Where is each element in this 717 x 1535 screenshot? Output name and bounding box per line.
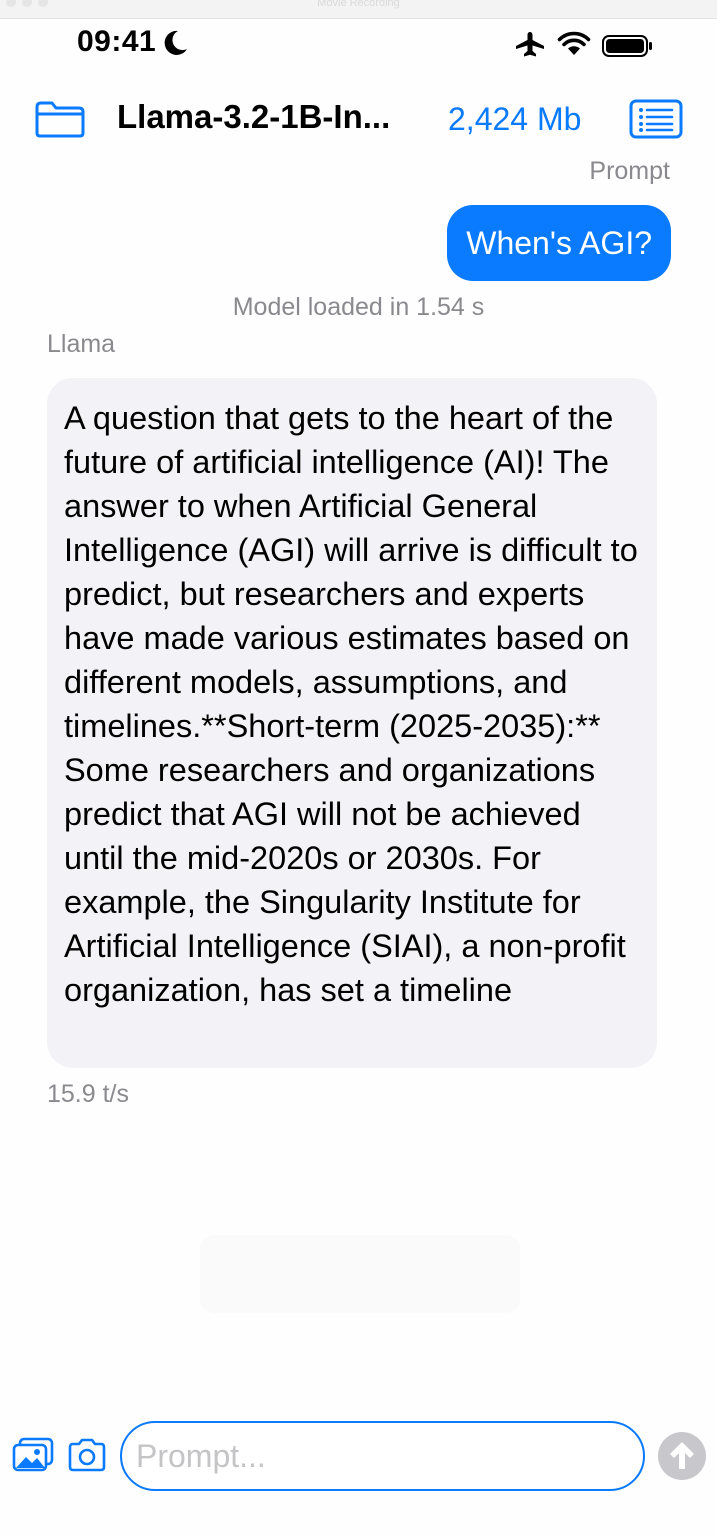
window-title: Movie Recording [317,0,400,9]
battery-icon [602,35,652,57]
status-time: 09:41 [77,25,157,58]
wifi-icon [557,31,591,55]
photo-library-icon[interactable] [12,1437,54,1473]
send-arrow-icon[interactable] [658,1432,706,1480]
model-load-info: Model loaded in 1.54 s [232,293,485,321]
input-bar [0,1418,717,1494]
prompt-input[interactable] [120,1421,645,1491]
moon-icon [164,30,188,61]
assistant-name: Llama [47,330,116,358]
camera-icon[interactable] [66,1437,108,1473]
prompt-caption: Prompt [589,157,670,185]
assistant-message-bubble: A question that gets to the heart of the… [47,378,657,1068]
user-message-bubble: When's AGI? [447,205,671,281]
tokens-per-second: 15.9 t/s [47,1080,129,1108]
window-titlebar: Movie Recording [0,0,717,19]
model-title: Llama-3.2-1B-In... [117,98,391,135]
faded-overlay [200,1235,520,1313]
list-icon[interactable] [628,98,684,140]
memory-usage: 2,424 Mb [448,101,582,137]
airplane-icon [516,32,544,57]
folder-icon[interactable] [34,99,86,139]
status-icons [515,29,657,64]
status-bar: 09:41 [0,20,717,64]
navigation-bar: Llama-3.2-1B-In... 2,424 Mb [0,88,717,152]
